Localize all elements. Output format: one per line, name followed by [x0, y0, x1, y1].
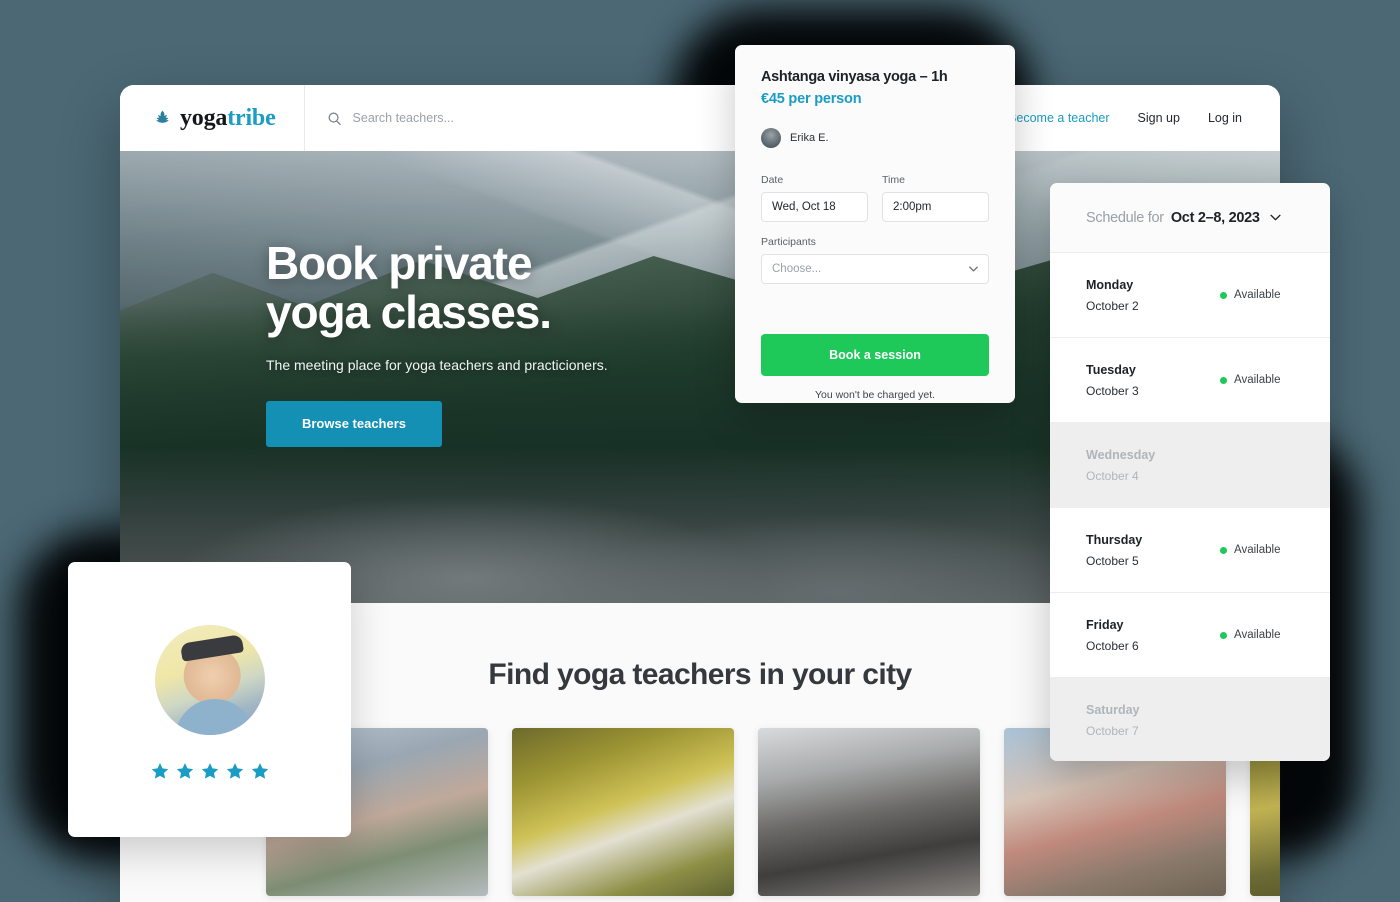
status-label: Available [1234, 629, 1281, 641]
nav-link-log-in[interactable]: Log in [1208, 111, 1242, 125]
hero-subtitle: The meeting place for yoga teachers and … [266, 356, 608, 373]
booking-title: Ashtanga vinyasa yoga – 1h [761, 69, 948, 85]
schedule-row-date: October 5 [1086, 553, 1139, 568]
star-icon [176, 763, 193, 779]
schedule-row-day: Wednesday [1086, 447, 1156, 462]
brand-logo[interactable]: yogatribe [120, 85, 304, 151]
star-icon [251, 763, 268, 779]
schedule-row-day-block: Friday October 6 [1086, 618, 1220, 653]
booking-price: €45 per person [761, 91, 862, 107]
schedule-row-day: Thursday [1086, 532, 1143, 547]
nav-link-sign-up[interactable]: Sign up [1138, 111, 1180, 125]
schedule-row-friday[interactable]: Friday October 6 Available [1050, 593, 1330, 678]
star-icon [226, 763, 243, 779]
schedule-row-status: Available [1220, 629, 1330, 641]
schedule-row-date: October 7 [1086, 723, 1139, 738]
status-label: Available [1234, 544, 1281, 556]
schedule-row-thursday[interactable]: Thursday October 5 Available [1050, 508, 1330, 593]
reviewer-avatar [154, 625, 265, 735]
schedule-row-day-block: Saturday October 7 [1086, 703, 1220, 738]
schedule-row-date: October 4 [1086, 468, 1139, 483]
teacher-name: Erika E. [790, 132, 829, 144]
teacher-card-balance-pose[interactable] [758, 728, 980, 896]
status-dot-icon [1220, 546, 1227, 554]
booking-teacher: Erika E. [761, 128, 989, 148]
schedule-row-day: Friday [1086, 617, 1124, 632]
navbar-links: + Become a teacher Sign up Log in [997, 111, 1280, 125]
search-icon [328, 112, 341, 125]
schedule-row-status: Available [1220, 544, 1330, 556]
schedule-row-day-block: Thursday October 5 [1086, 533, 1220, 568]
search-input[interactable] [352, 111, 653, 125]
star-icon [201, 763, 218, 779]
brand-text-accent: tribe [227, 104, 276, 131]
hero-title-line-1: Book private [266, 237, 533, 289]
schedule-row-day: Saturday [1086, 702, 1140, 717]
hero-title: Book private yoga classes. [266, 239, 1280, 337]
lotus-icon [156, 110, 169, 123]
schedule-row-date: October 6 [1086, 638, 1139, 653]
hero-title-line-2: yoga classes. [266, 285, 552, 338]
schedule-row-saturday[interactable]: Saturday October 7 [1050, 678, 1330, 761]
review-card [68, 562, 351, 837]
rating-stars [150, 761, 270, 781]
brand-text-primary: yoga [180, 104, 228, 131]
teacher-card-forward-fold[interactable] [512, 728, 734, 896]
star-icon [151, 763, 168, 779]
navbar: yogatribe + Become a teacher Sign up Log… [120, 85, 1280, 151]
teacher-avatar [761, 128, 781, 148]
schedule-row-day-block: Wednesday October 4 [1086, 448, 1220, 483]
status-dot-icon [1220, 631, 1227, 639]
hero-content: Book private yoga classes. The meeting p… [120, 151, 1280, 447]
brand-text: yogatribe [180, 105, 276, 132]
browse-teachers-button[interactable]: Browse teachers [266, 400, 442, 447]
